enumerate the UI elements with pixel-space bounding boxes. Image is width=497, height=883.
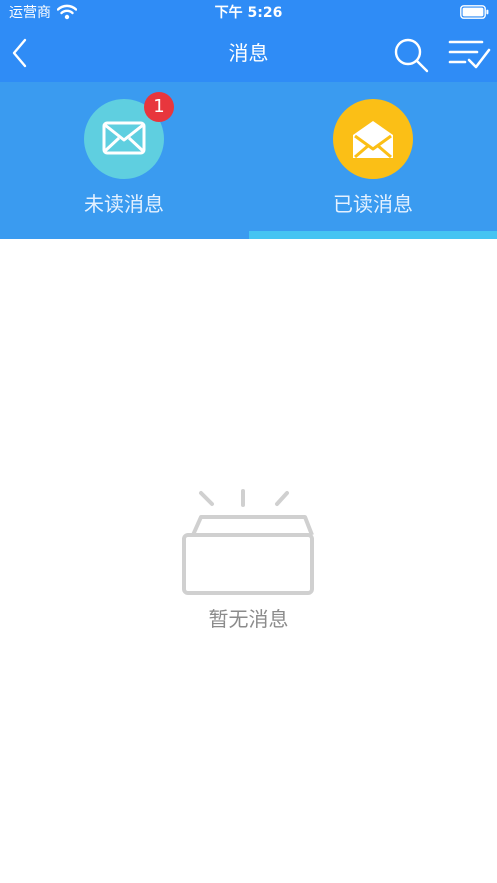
envelope-open-icon <box>353 121 393 159</box>
messages-screen: 运营商 下午 5:26 消息 1 未读消息 已读消息 暂无消息 <box>0 0 497 883</box>
checklist-button[interactable] <box>447 36 491 74</box>
empty-state-message: 暂无消息 <box>208 607 289 631</box>
tab-read-label: 已读消息 <box>333 192 413 216</box>
envelope-closed-icon <box>102 121 146 155</box>
unread-count-badge: 1 <box>144 92 174 122</box>
status-bar: 运营商 下午 5:26 <box>0 0 497 26</box>
tab-unread-messages[interactable]: 1 未读消息 <box>0 82 248 239</box>
nav-bar: 消息 <box>0 26 497 82</box>
empty-state: 暂无消息 <box>0 485 497 645</box>
message-tabs: 1 未读消息 已读消息 <box>0 82 497 239</box>
status-time: 下午 5:26 <box>214 5 283 21</box>
empty-box-icon <box>182 489 314 595</box>
tab-unread-label: 未读消息 <box>84 192 164 216</box>
search-icon <box>394 38 429 73</box>
tab-read-messages[interactable]: 已读消息 <box>249 82 497 239</box>
search-button[interactable] <box>391 36 431 74</box>
checklist-icon <box>448 40 491 69</box>
battery-icon <box>460 5 489 19</box>
selected-tab-indicator <box>249 231 497 239</box>
read-icon-circle <box>333 99 413 179</box>
